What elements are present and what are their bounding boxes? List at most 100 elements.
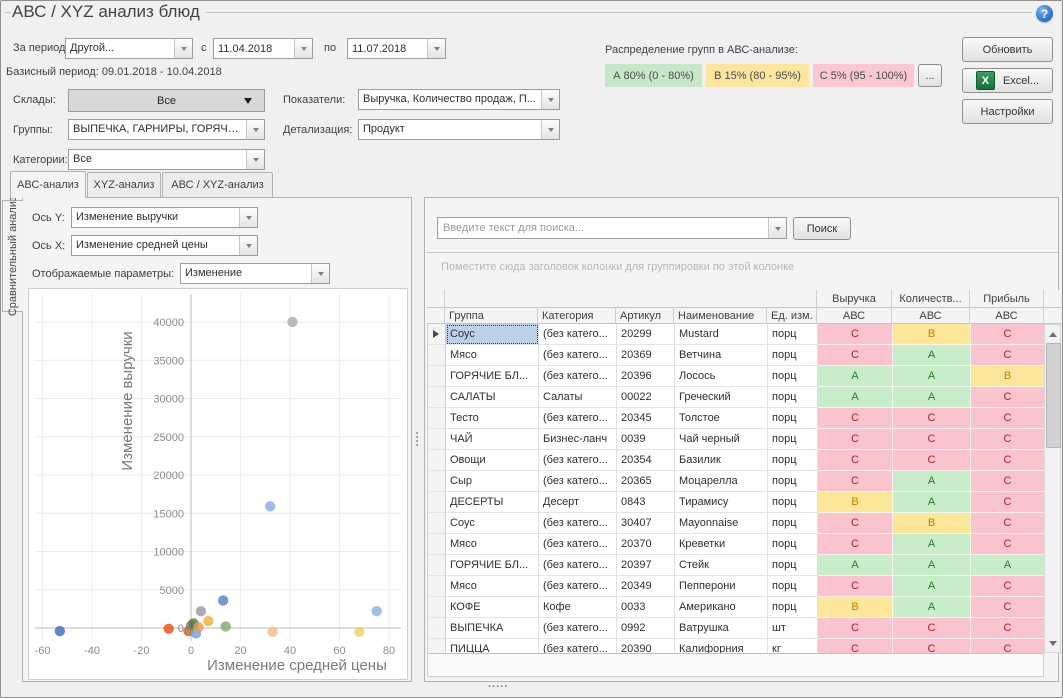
table-cell[interactable]: C [971,324,1045,345]
table-cell[interactable]: порц [768,429,818,450]
indicators-select[interactable]: Выручка, Количество продаж, П... [358,89,560,110]
table-row[interactable]: Сыр(без катего...20365МоцареллапорцCAC [428,471,1045,492]
table-row[interactable]: Мясо(без катего...20349ПепперонипорцCAC [428,576,1045,597]
table-cell[interactable]: C [971,618,1045,639]
chevron-down-icon[interactable] [294,39,312,58]
table-cell[interactable]: Мясо [446,576,539,597]
table-cell[interactable]: 20396 [617,366,675,387]
table-cell[interactable]: Мясо [446,345,539,366]
table-cell[interactable]: Пепперони [675,576,768,597]
table-cell[interactable]: Моцарелла [675,471,768,492]
header-unit[interactable]: Ед. изм. [767,308,817,324]
date-from-input[interactable]: 11.04.2018 [213,38,313,59]
table-cell[interactable]: C [971,387,1045,408]
table-cell[interactable]: 20299 [617,324,675,345]
table-cell[interactable]: A [893,387,971,408]
chevron-down-icon[interactable] [541,90,559,109]
table-cell[interactable]: C [971,471,1045,492]
table-cell[interactable]: C [818,324,893,345]
groups-select[interactable]: ВЫПЕЧКА, ГАРНИРЫ, ГОРЯЧИЕ Б... [68,119,265,140]
table-cell[interactable]: порц [768,576,818,597]
table-cell[interactable]: C [971,597,1045,618]
table-cell[interactable]: Тирамису [675,492,768,513]
table-cell[interactable]: Mustard [675,324,768,345]
table-row[interactable]: ГОРЯЧИЕ БЛ...(без катего...20396Лососьпо… [428,366,1045,387]
excel-button[interactable]: X Excel... [962,68,1053,93]
table-cell[interactable]: C [818,345,893,366]
table-cell[interactable]: 20397 [617,555,675,576]
search-button[interactable]: Поиск [793,217,851,240]
axis-y-select[interactable]: Изменение выручки [71,207,258,228]
table-cell[interactable]: порц [768,555,818,576]
table-cell[interactable]: C [818,576,893,597]
table-cell[interactable]: B [893,513,971,534]
table-cell[interactable]: A [818,555,893,576]
table-cell[interactable]: C [971,408,1045,429]
table-cell[interactable]: C [818,471,893,492]
table-cell[interactable]: C [893,450,971,471]
table-cell[interactable]: порц [768,408,818,429]
table-cell[interactable]: A [893,345,971,366]
table-cell[interactable]: A [893,576,971,597]
table-cell[interactable]: C [971,345,1045,366]
table-cell[interactable]: Толстое [675,408,768,429]
table-cell[interactable]: 0992 [617,618,675,639]
table-cell[interactable]: порц [768,597,818,618]
table-cell[interactable]: кг [768,639,818,653]
table-cell[interactable]: ГОРЯЧИЕ БЛ... [446,555,539,576]
table-cell[interactable]: A [893,366,971,387]
table-row[interactable]: ПИЦЦА(без катего...20390КалифорниякгCCC [428,639,1045,653]
table-cell[interactable]: A [893,471,971,492]
table-cell[interactable]: C [971,429,1045,450]
table-cell[interactable]: C [971,450,1045,471]
table-cell[interactable]: B [818,492,893,513]
table-cell[interactable]: A [893,597,971,618]
chevron-down-icon[interactable] [311,264,329,283]
chevron-down-icon[interactable] [239,236,257,255]
table-cell[interactable]: (без катего... [539,555,617,576]
chevron-down-icon[interactable] [239,208,257,227]
period-select[interactable]: Другой... [65,38,193,59]
scroll-up-icon[interactable] [1045,325,1060,341]
refresh-button[interactable]: Обновить [962,37,1053,62]
table-cell[interactable]: ВЫПЕЧКА [446,618,539,639]
table-cell[interactable]: порц [768,450,818,471]
table-cell[interactable]: Ватрушка [675,618,768,639]
chevron-down-icon[interactable] [768,218,786,238]
table-cell[interactable]: 20370 [617,534,675,555]
table-cell[interactable]: Салаты [539,387,617,408]
table-cell[interactable]: 20369 [617,345,675,366]
categories-select[interactable]: Все [68,149,265,170]
table-cell[interactable]: C [971,492,1045,513]
table-cell[interactable]: (без катего... [539,366,617,387]
table-cell[interactable]: порц [768,387,818,408]
table-cell[interactable]: C [818,513,893,534]
table-cell[interactable]: КОФЕ [446,597,539,618]
date-to-input[interactable]: 11.07.2018 [347,38,446,59]
table-cell[interactable]: (без катего... [539,513,617,534]
table-cell[interactable]: 20390 [617,639,675,653]
scroll-down-icon[interactable] [1045,636,1060,652]
help-icon[interactable]: ? [1036,5,1053,22]
display-params-select[interactable]: Изменение [180,263,330,284]
table-cell[interactable]: 20354 [617,450,675,471]
table-cell[interactable]: порц [768,534,818,555]
table-cell[interactable]: Mayonnaise [675,513,768,534]
table-cell[interactable]: C [971,534,1045,555]
table-row[interactable]: Овощи(без катего...20354БазиликпорцCCC [428,450,1045,471]
table-cell[interactable]: 00022 [617,387,675,408]
table-cell[interactable]: C [818,534,893,555]
table-cell[interactable]: Соус [446,513,539,534]
chevron-down-icon[interactable] [246,120,264,139]
table-row[interactable]: Соус(без катего...20299MustardпорцCBC [428,324,1045,345]
table-cell[interactable]: A [971,555,1045,576]
table-cell[interactable]: (без катего... [539,345,617,366]
table-cell[interactable]: порц [768,513,818,534]
table-cell[interactable]: Десерт [539,492,617,513]
table-cell[interactable]: 20365 [617,471,675,492]
table-cell[interactable]: C [893,618,971,639]
table-cell[interactable]: 0033 [617,597,675,618]
chevron-down-icon[interactable] [541,120,559,139]
header-group[interactable]: Группа [445,308,538,324]
table-cell[interactable]: A [893,555,971,576]
